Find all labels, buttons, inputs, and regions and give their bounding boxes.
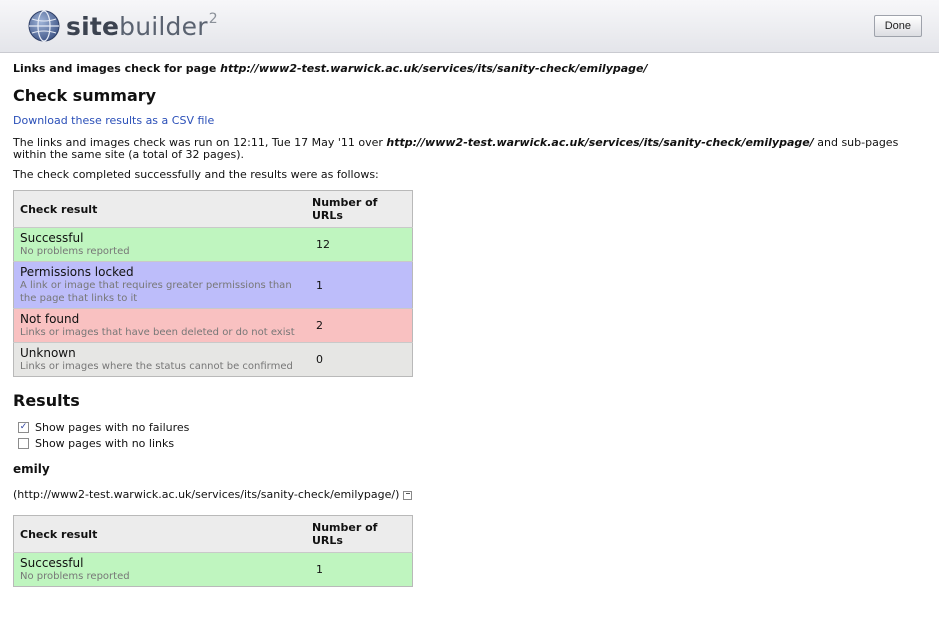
result-description: Links or images that have been deleted o… [20, 327, 295, 338]
show-no-failures-checkbox[interactable]: ✓ [18, 421, 29, 433]
external-link-icon[interactable] [403, 490, 413, 500]
table-row-unknown: Unknown Links or images where the status … [13, 342, 413, 377]
page-results-table: Check result Number of URLs Successful No… [13, 515, 413, 587]
result-name: Unknown [20, 346, 76, 360]
summary-table: Check result Number of URLs Successful No… [13, 190, 413, 377]
sitebuilder-logo: sitebuilder2 [28, 10, 218, 42]
table-header: Check result Number of URLs [13, 190, 413, 228]
col-header-result: Check result [13, 515, 306, 553]
result-count: 2 [306, 308, 413, 343]
table-header: Check result Number of URLs [13, 515, 413, 553]
show-no-links-option[interactable]: Show pages with no links [18, 436, 928, 450]
result-page-url: (http://www2-test.warwick.ac.uk/services… [13, 488, 928, 501]
completed-text: The check completed successfully and the… [13, 168, 379, 181]
col-header-count: Number of URLs [306, 190, 413, 228]
app-header: sitebuilder2 Done [0, 0, 939, 53]
result-name: Not found [20, 312, 80, 326]
table-row-successful: Successful No problems reported 1 [13, 552, 413, 587]
col-header-count: Number of URLs [306, 515, 413, 553]
table-row-permissions-locked: Permissions locked A link or image that r… [13, 261, 413, 309]
result-name: Successful [20, 231, 84, 245]
check-summary-heading: Check summary [13, 86, 157, 105]
globe-icon [28, 10, 60, 42]
result-count: 12 [306, 227, 413, 262]
result-count: 0 [306, 342, 413, 377]
result-count: 1 [306, 261, 413, 309]
result-description: No problems reported [20, 246, 130, 257]
result-name: Successful [20, 556, 84, 570]
show-no-links-checkbox[interactable] [18, 437, 29, 449]
result-description: A link or image that requires greater pe… [20, 280, 292, 304]
show-no-failures-label: Show pages with no failures [35, 420, 190, 434]
table-row-not-found: Not found Links or images that have been … [13, 308, 413, 343]
page-title: Links and images check for page http://w… [13, 62, 648, 75]
col-header-result: Check result [13, 190, 306, 228]
table-row-successful: Successful No problems reported 12 [13, 227, 413, 262]
done-button[interactable]: Done [873, 15, 922, 37]
run-description: The links and images check was run on 12… [13, 136, 899, 161]
results-heading: Results [13, 391, 80, 410]
result-description: No problems reported [20, 571, 130, 582]
result-name: Permissions locked [20, 265, 134, 279]
show-no-links-label: Show pages with no links [35, 436, 175, 450]
download-csv-link[interactable]: Download these results as a CSV file [13, 114, 928, 127]
show-no-failures-option[interactable]: ✓ Show pages with no failures [18, 420, 928, 434]
main-content: Links and images check for page http://w… [13, 62, 928, 587]
result-page-name: emily [13, 462, 50, 476]
logo-wordmark: sitebuilder2 [66, 11, 218, 41]
result-description: Links or images where the status cannot … [20, 361, 293, 372]
result-count: 1 [306, 552, 413, 587]
